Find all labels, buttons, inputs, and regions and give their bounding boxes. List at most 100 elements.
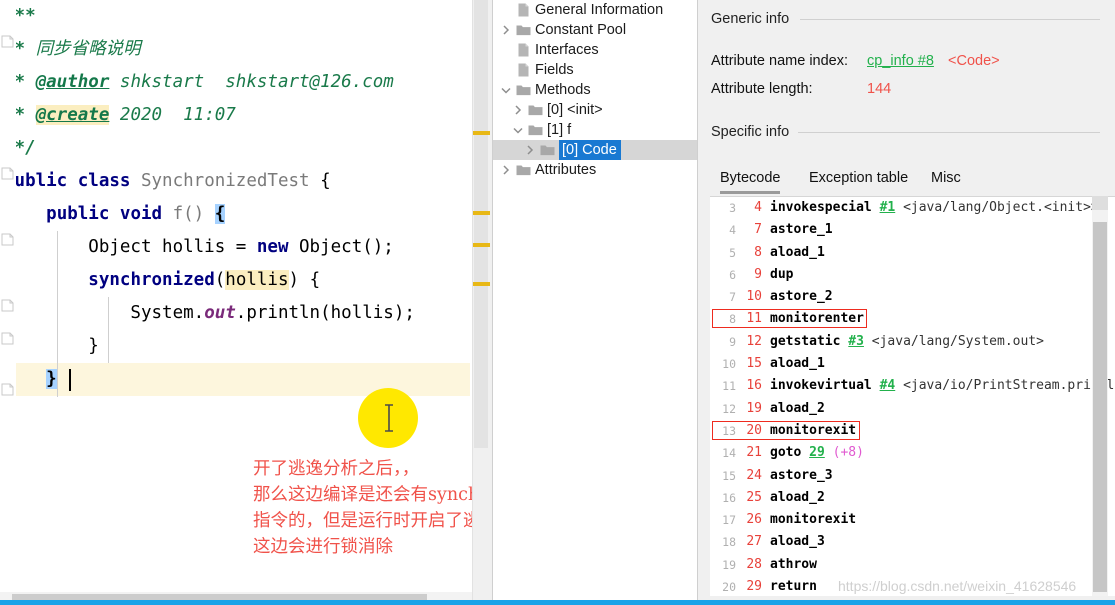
bytecode-listing[interactable]: 3 4 invokespecial #1 <java/lang/Object.<in… — [710, 196, 1115, 596]
warning-marker[interactable] — [473, 243, 490, 247]
constant-pool-ref-link[interactable]: #3 — [848, 334, 864, 349]
bytecode-row[interactable]: 16 25 aload_2 — [710, 487, 1115, 509]
bytecode-offset: 9 — [754, 266, 762, 282]
bytecode-row[interactable]: 13 20 monitorexit — [710, 420, 1115, 442]
bytecode-opcode: monitorenter — [770, 311, 864, 327]
bytecode-row[interactable]: 11 16 invokevirtual #4 <java/io/PrintStrea… — [710, 375, 1115, 397]
bytecode-descriptor: <java/lang/Object.<init>> — [903, 200, 1099, 215]
folder-icon — [516, 23, 531, 37]
bytecode-row[interactable]: 8 11 monitorenter — [710, 308, 1115, 330]
tab-misc[interactable]: Misc — [931, 170, 961, 191]
tab-bytecode[interactable]: Bytecode — [720, 170, 781, 194]
bytecode-row[interactable]: 18 27 aload_3 — [710, 531, 1115, 553]
bytecode-line-number: 8 — [729, 312, 736, 327]
fold-region-icon[interactable] — [1, 383, 14, 396]
code-line[interactable]: * @create 2020 11:07 — [0, 99, 470, 132]
editor-gutter[interactable] — [0, 0, 16, 605]
bytecode-vertical-scrollbar-thumb[interactable] — [1093, 222, 1107, 592]
taskbar-strip — [0, 600, 1115, 605]
bytecode-instruction: goto 29 (+8) — [770, 445, 864, 460]
bytecode-row[interactable]: 3 4 invokespecial #1 <java/lang/Object.<in… — [710, 197, 1115, 219]
bytecode-row[interactable]: 6 9 dup — [710, 264, 1115, 286]
code-line[interactable]: public void f() { — [0, 198, 470, 231]
tree-item-label: Methods — [535, 82, 591, 98]
tree-item-0-code[interactable]: [0] Code — [493, 140, 697, 160]
bytecode-line-number: 9 — [729, 334, 736, 349]
bytecode-line-number: 13 — [722, 423, 736, 438]
fold-region-icon[interactable] — [1, 299, 14, 312]
chevron-right-icon[interactable] — [499, 23, 513, 37]
tree-item-attributes[interactable]: Attributes — [493, 160, 697, 180]
tree-item-label: [1] f — [547, 122, 572, 138]
bytecode-offset: 20 — [746, 422, 762, 438]
bytecode-row[interactable]: 5 8 aload_1 — [710, 242, 1115, 264]
attribute-name-index-link[interactable]: cp_info #8 — [867, 53, 934, 69]
bytecode-offset: 28 — [746, 556, 762, 572]
red-annotation-text: 开了逃逸分析之后，， 那么这边编译是还会有synchronized相关的 指令的… — [253, 459, 492, 557]
tree-item-label: Fields — [535, 62, 574, 78]
bytecode-offset: 8 — [754, 244, 762, 260]
constant-pool-ref-link[interactable]: #4 — [880, 378, 896, 393]
bytecode-row[interactable]: 14 21 goto 29 (+8) — [710, 442, 1115, 464]
bytecode-opcode: monitorexit — [770, 512, 857, 528]
tree-item-1-f[interactable]: [1] f — [493, 120, 697, 140]
bytecode-instruction: aload_2 — [770, 490, 825, 505]
bytecode-opcode: astore_3 — [770, 467, 833, 483]
code-editor-pane[interactable]: /** * 同步省略说明 * @author shkstart shkstart… — [0, 0, 492, 605]
tab-exception-table[interactable]: Exception table — [809, 170, 908, 191]
tree-item-0-init[interactable]: [0] <init> — [493, 100, 697, 120]
code-line[interactable]: /** — [0, 0, 470, 33]
folder-icon — [528, 123, 543, 137]
indent-guide — [108, 297, 109, 363]
watermark-text: https://blog.csdn.net/weixin_41628546 — [838, 578, 1077, 594]
bytecode-row[interactable]: 10 15 aload_1 — [710, 353, 1115, 375]
branch-target-link[interactable]: 29 — [809, 445, 825, 460]
bytecode-row[interactable]: 9 12 getstatic #3 <java/lang/System.out> — [710, 331, 1115, 353]
tree-item-constant-pool[interactable]: Constant Pool — [493, 20, 697, 40]
warning-marker[interactable] — [473, 131, 490, 135]
bytecode-line-number: 15 — [722, 468, 736, 483]
code-line[interactable]: */ — [0, 132, 470, 165]
generic-info-heading: Generic info — [711, 11, 790, 27]
app-window: /** * 同步省略说明 * @author shkstart shkstart… — [0, 0, 1115, 605]
bytecode-row[interactable]: 12 19 aload_2 — [710, 398, 1115, 420]
editor-vertical-scrollbar-thumb[interactable] — [474, 0, 488, 448]
fold-region-icon[interactable] — [1, 35, 14, 48]
bytecode-row[interactable]: 4 7 astore_1 — [710, 219, 1115, 241]
code-line[interactable]: * 同步省略说明 — [0, 33, 470, 66]
bytecode-row[interactable]: 17 26 monitorexit — [710, 509, 1115, 531]
bytecode-descriptor: <java/io/PrintStream.println> — [903, 378, 1115, 394]
tree-item-fields[interactable]: Fields — [493, 60, 697, 80]
warning-marker[interactable] — [473, 211, 490, 215]
code-line[interactable]: synchronized(hollis) { — [0, 264, 470, 297]
bytecode-line-number: 10 — [722, 357, 736, 372]
bytecode-opcode: return — [770, 579, 817, 595]
code-line[interactable]: System.out.println(hollis); — [0, 297, 470, 330]
attribute-length-label: Attribute length: — [711, 81, 813, 97]
bytecode-row[interactable]: 19 28 athrow — [710, 554, 1115, 576]
chevron-down-icon[interactable] — [511, 123, 525, 137]
tree-item-methods[interactable]: Methods — [493, 80, 697, 100]
fold-region-icon[interactable] — [1, 233, 14, 246]
code-line[interactable]: * @author shkstart shkstart@126.com — [0, 66, 470, 99]
chevron-down-icon[interactable] — [499, 83, 513, 97]
fold-region-icon[interactable] — [1, 332, 14, 345]
fold-region-icon[interactable] — [1, 167, 14, 180]
class-structure-tree[interactable]: General Information Constant Pool Interfac… — [492, 0, 697, 605]
bytecode-row[interactable]: 15 24 astore_3 — [710, 465, 1115, 487]
attribute-name-index-suffix: <Code> — [948, 53, 1000, 69]
bytecode-line-number: 19 — [722, 557, 736, 572]
code-line[interactable]: public class SynchronizedTest { — [0, 165, 470, 198]
specific-info-rule — [798, 132, 1100, 133]
constant-pool-ref-link[interactable]: #1 — [880, 200, 896, 215]
code-line[interactable]: } — [0, 330, 470, 363]
warning-marker[interactable] — [473, 282, 490, 286]
tree-item-interfaces[interactable]: Interfaces — [493, 40, 697, 60]
chevron-right-icon[interactable] — [523, 143, 537, 157]
bytecode-row[interactable]: 7 10 astore_2 — [710, 286, 1115, 308]
bytecode-scrollbar-top-handle[interactable] — [1092, 196, 1108, 210]
code-line[interactable]: Object hollis = new Object(); — [0, 231, 470, 264]
chevron-right-icon[interactable] — [511, 103, 525, 117]
tree-item-general-information[interactable]: General Information — [493, 0, 697, 20]
chevron-right-icon[interactable] — [499, 163, 513, 177]
